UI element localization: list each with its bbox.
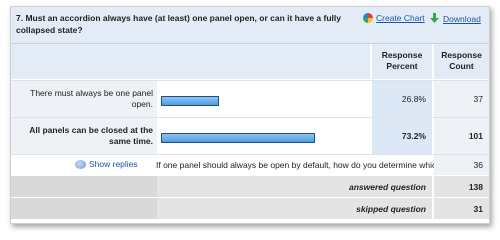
create-chart-link[interactable]: Create Chart [363,13,425,23]
skipped-count: 31 [434,198,489,219]
answer-label: All panels can be closed at the same tim… [11,118,157,154]
replies-count: 36 [434,155,489,175]
column-header-blank [11,44,370,79]
column-header-row: Response Percent Response Count [11,44,489,79]
answer-count: 37 [434,81,489,117]
answered-summary-row: answered question 138 [11,175,489,197]
open-ended-question: If one panel should always be open by de… [156,160,463,170]
answer-count: 101 [434,118,489,154]
speech-bubble-icon [75,159,86,169]
answered-label: answered question [157,176,432,197]
question-title: 7. Must an accordion always have (at lea… [16,13,341,35]
answer-bar-cell [157,118,370,154]
download-arrow-icon [430,13,439,23]
answer-percent: 73.2% [372,118,432,154]
download-label: Download [443,13,481,24]
survey-question-card: 7. Must an accordion always have (at lea… [10,6,490,224]
download-link[interactable]: Download [429,13,481,24]
create-chart-label: Create Chart [376,13,425,23]
answer-percent: 26.8% [372,81,432,117]
question-header: 7. Must an accordion always have (at lea… [11,7,489,44]
pie-chart-icon [363,13,373,23]
replies-row: Show replies If one panel should always … [11,154,489,175]
response-count-header: Response Count [434,44,489,79]
show-replies-link[interactable]: Show replies [75,159,138,169]
response-percent-header: Response Percent [372,44,432,79]
answered-count: 138 [434,176,489,197]
summary-blank [11,198,157,219]
answer-label: There must always be one panel open. [11,81,157,117]
skipped-label: skipped question [157,198,432,219]
answer-row: There must always be one panel open. 26.… [11,80,489,117]
skipped-summary-row: skipped question 31 [11,197,489,219]
summary-blank [11,176,157,197]
show-replies-label: Show replies [89,159,138,169]
answer-row: All panels can be closed at the same tim… [11,117,489,154]
percent-bar [161,96,219,106]
answer-bar-cell [157,81,370,117]
percent-bar [161,133,315,143]
